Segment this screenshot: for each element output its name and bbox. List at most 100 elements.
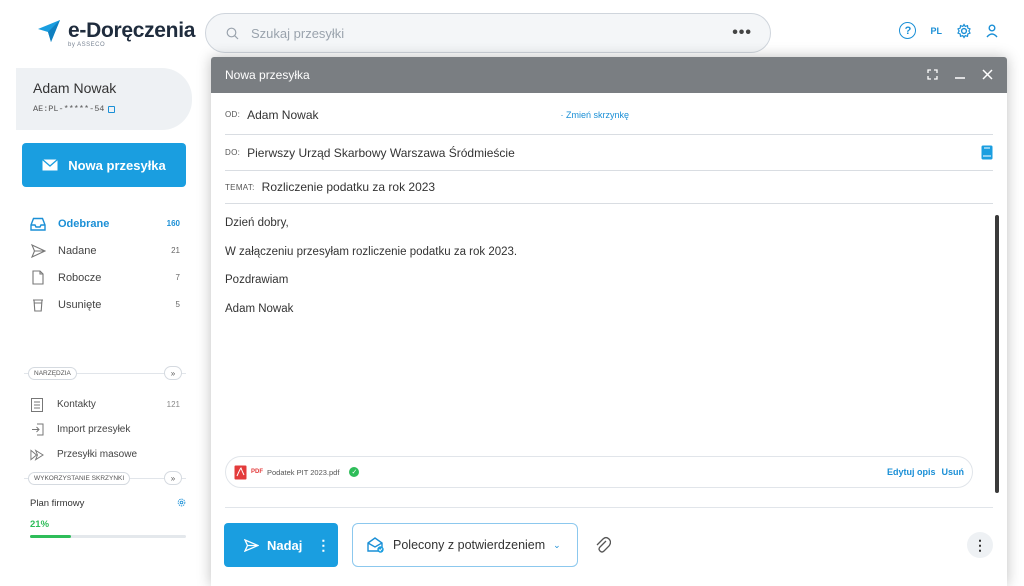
tool-item-label: Import przesyłek [57, 424, 131, 435]
subject-field[interactable]: TEMAT: Rozliczenie podatku za rok 2023 [225, 171, 993, 204]
chevron-down-icon: ⌄ [553, 539, 561, 550]
send-icon [244, 538, 259, 552]
subject-label: TEMAT: [225, 182, 255, 192]
search-options-button[interactable]: ••• [732, 24, 752, 42]
sidebar-item-inbox[interactable]: Odebrane 160 [30, 210, 180, 237]
logo-subtext: by ASSECO [68, 42, 106, 48]
new-message-label: Nowa przesyłka [68, 157, 166, 173]
paperclip-icon[interactable] [595, 536, 611, 554]
plan-row: Plan firmowy [30, 498, 186, 509]
tools-list: Kontakty 121 Import przesyłek Przesyłki … [30, 392, 180, 467]
document-icon [30, 270, 46, 286]
footer-divider [225, 507, 993, 508]
sidebar-item-count: 160 [166, 219, 180, 228]
body-line: Pozdrawiam [225, 274, 289, 286]
sidebar-item-drafts[interactable]: Robocze 7 [30, 264, 180, 291]
to-field[interactable]: DO: Pierwszy Urząd Skarbowy Warszawa Śró… [225, 135, 993, 171]
logo-icon [38, 20, 60, 42]
language-switch[interactable]: PL [930, 26, 942, 36]
compose-dialog: Nowa przesyłka OD: Adam Nowak · Zmień sk… [211, 57, 1007, 586]
usage-section-label: WYKORZYSTANIE SKRZYNKI [28, 471, 131, 485]
header-actions: ? PL [899, 22, 998, 39]
help-icon[interactable]: ? [899, 22, 917, 39]
search-bar[interactable]: ••• [205, 13, 771, 53]
message-body[interactable]: Dzień dobry, W załączeniu przesyłam rozl… [225, 217, 985, 331]
sidebar-item-label: Usunięte [58, 298, 102, 311]
sidebar-item-sent[interactable]: Nadane 21 [30, 237, 180, 264]
trash-icon [30, 297, 46, 313]
envelope-icon [42, 159, 59, 171]
sidebar-item-count: 5 [175, 300, 180, 309]
remove-attachment-link[interactable]: Usuń [942, 467, 965, 477]
pdf-file-icon: PDF [234, 465, 263, 480]
user-address-value: AE:PL-*****-54 [33, 104, 105, 114]
attachment-item: PDF Podatek PIT 2023.pdf ✓ Edytuj opis U… [225, 456, 973, 488]
settings-gear-icon[interactable] [956, 22, 972, 39]
sidebar-item-label: Odebrane [58, 217, 110, 230]
send-button[interactable]: Nadaj ⋮ [224, 523, 338, 567]
user-address: AE:PL-*****-54 [33, 104, 192, 114]
fullscreen-icon[interactable] [927, 67, 938, 83]
tool-item-mass-send[interactable]: Przesyłki masowe [30, 442, 180, 467]
sidebar-item-deleted[interactable]: Usunięte 5 [30, 291, 180, 318]
app-logo[interactable]: e-Doręczenia by ASSECO [36, 18, 196, 48]
body-line: Adam Nowak [225, 302, 294, 315]
to-value[interactable]: Pierwszy Urząd Skarbowy Warszawa Śródmie… [247, 146, 515, 160]
search-input[interactable] [251, 25, 733, 41]
minimize-icon[interactable] [954, 67, 966, 83]
close-icon[interactable] [982, 67, 993, 83]
to-label: DO: [225, 148, 241, 157]
body-line: Dzień dobry, [225, 217, 289, 229]
address-book-icon[interactable] [981, 145, 993, 160]
collapse-chevron-icon[interactable]: » [164, 366, 182, 380]
tool-item-count: 121 [166, 400, 180, 409]
tool-item-import[interactable]: Import przesyłek [30, 417, 180, 442]
registered-mail-icon [367, 537, 384, 553]
compose-title: Nowa przesyłka [225, 68, 310, 82]
mass-send-icon [30, 448, 44, 462]
from-field: OD: Adam Nowak · Zmień skrzynkę [225, 95, 993, 135]
copy-icon[interactable] [108, 105, 116, 113]
edit-description-link[interactable]: Edytuj opis [887, 467, 936, 477]
send-label: Nadaj [267, 537, 303, 553]
more-options-button[interactable]: ⋮ [967, 532, 993, 558]
user-icon[interactable] [986, 24, 998, 38]
plan-settings-gear-icon[interactable] [177, 498, 186, 507]
plan-usage-fill [30, 535, 71, 538]
pdf-type-label: PDF [251, 469, 263, 475]
tools-section-header: NARZĘDZIA » [24, 366, 186, 380]
tool-item-contacts[interactable]: Kontakty 121 [30, 392, 180, 417]
new-message-button[interactable]: Nowa przesyłka [22, 143, 186, 187]
verified-check-icon: ✓ [349, 467, 360, 477]
logo-text: e-Doręczenia [68, 19, 196, 42]
usage-section-header: WYKORZYSTANIE SKRZYNKI » [24, 471, 186, 485]
sidebar-item-count: 7 [175, 273, 180, 282]
attachment-filename: Podatek PIT 2023.pdf [267, 467, 340, 477]
tool-item-label: Przesyłki masowe [57, 449, 138, 460]
search-icon [226, 27, 239, 39]
sidebar-item-label: Nadane [58, 244, 97, 257]
user-name: Adam Nowak [33, 80, 117, 96]
user-card[interactable]: Adam Nowak AE:PL-*****-54 [16, 68, 192, 130]
import-icon [30, 423, 44, 437]
tools-section-label: NARZĘDZIA [28, 366, 77, 380]
delivery-type-select[interactable]: Polecony z potwierdzeniem ⌄ [352, 523, 578, 567]
tool-item-label: Kontakty [57, 399, 96, 410]
collapse-chevron-icon[interactable]: » [164, 471, 182, 485]
contacts-icon [30, 397, 44, 412]
plan-usage-bar [30, 535, 186, 538]
subject-value[interactable]: Rozliczenie podatku za rok 2023 [262, 180, 435, 194]
body-scrollbar[interactable] [995, 215, 999, 493]
plan-label: Plan firmowy [30, 498, 85, 509]
send-options-icon[interactable]: ⋮ [316, 537, 330, 554]
from-label: OD: [225, 110, 241, 119]
background-edge [1007, 60, 1024, 586]
compose-titlebar: Nowa przesyłka [211, 57, 1007, 93]
delivery-type-label: Polecony z potwierdzeniem [393, 538, 546, 552]
sidebar-item-count: 21 [171, 246, 180, 255]
from-value: Adam Nowak [247, 107, 319, 122]
folder-nav: Odebrane 160 Nadane 21 Robocze 7 Usunięt… [30, 210, 180, 318]
change-mailbox-link[interactable]: · Zmień skrzynkę [561, 110, 630, 120]
send-icon [30, 243, 46, 259]
window-controls [927, 67, 993, 83]
